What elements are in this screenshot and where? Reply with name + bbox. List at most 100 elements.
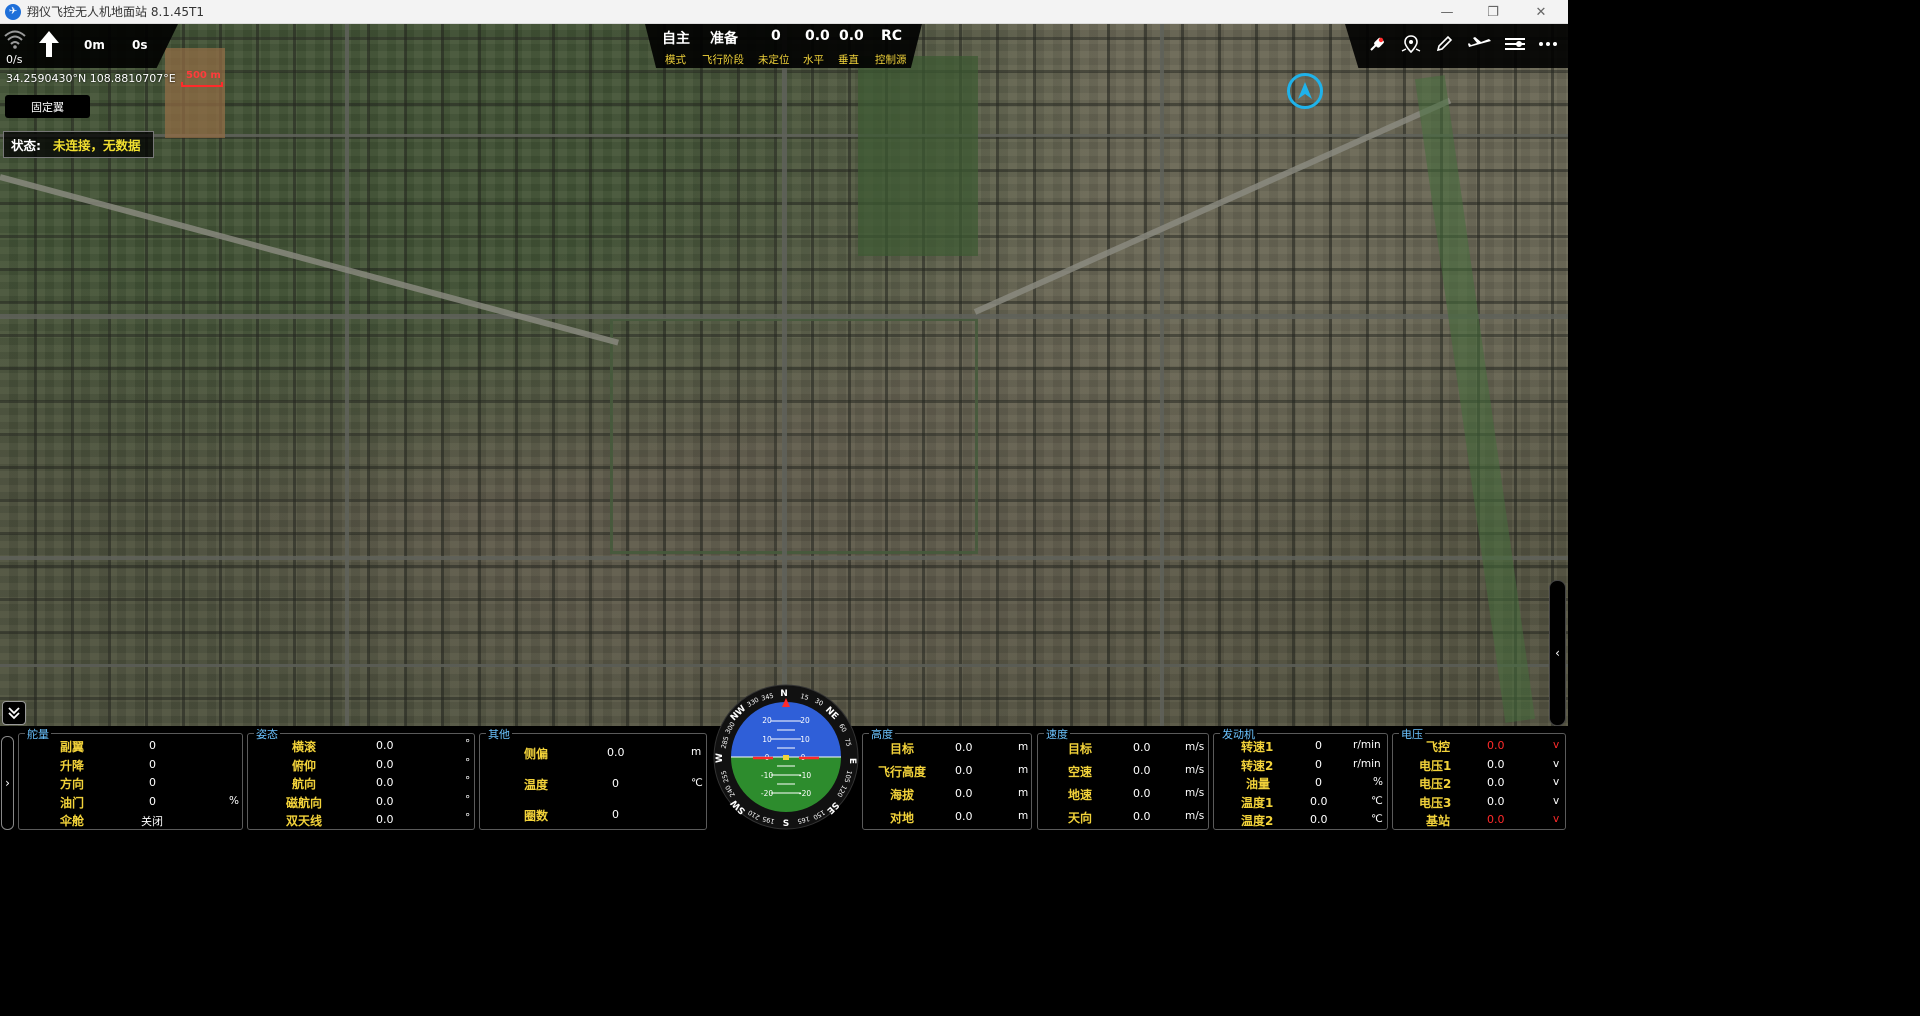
voltage3-unit: v — [1553, 795, 1560, 807]
laps-value: 0 — [612, 808, 619, 821]
app-logo-icon: ✈ — [5, 3, 21, 20]
throttle-value: 0 — [149, 795, 156, 808]
river-greenbelt — [1414, 75, 1536, 723]
fuel-unit: % — [1373, 776, 1383, 788]
mag-heading-unit: ° — [465, 794, 471, 806]
pitch-scale-label: 10 — [762, 735, 772, 744]
cross-track-value: 0.0 — [607, 746, 625, 759]
speed-panel: 速度 — [1037, 726, 1209, 830]
rudder-value: 0 — [149, 776, 156, 789]
vertical-speed-unit: m/s — [1185, 810, 1205, 822]
compass-west-label: W — [715, 753, 725, 763]
laps-label: 圈数 — [524, 809, 549, 823]
satellite-map[interactable] — [0, 24, 1568, 730]
target-speed-value: 0.0 — [1133, 741, 1151, 754]
dual-antenna-label: 双天线 — [286, 814, 323, 828]
target-altitude-label: 目标 — [890, 742, 915, 756]
more-icon[interactable] — [1537, 33, 1559, 55]
pitch-scale-label: -10 — [799, 771, 811, 780]
map-road — [345, 24, 349, 730]
minimize-button[interactable]: — — [1424, 0, 1470, 24]
dual-antenna-value: 0.0 — [376, 813, 394, 826]
temperature-value: 0 — [612, 777, 619, 790]
roll-value: 0.0 — [376, 739, 394, 752]
vehicle-type-button[interactable]: 固定翼 — [5, 95, 90, 118]
throttle-label: 油门 — [60, 796, 85, 810]
chevron-left-icon: ‹ — [1555, 646, 1560, 660]
voltage3-value: 0.0 — [1487, 795, 1505, 808]
mode-label: 模式 — [665, 54, 686, 66]
pitch-scale-label: -20 — [799, 789, 811, 798]
elevator-value: 0 — [149, 758, 156, 771]
city-wall — [610, 318, 978, 554]
fuel-value: 0 — [1315, 776, 1322, 789]
parachute-value: 关闭 — [141, 815, 163, 828]
close-button[interactable]: ✕ — [1518, 0, 1564, 24]
temperature-label: 温度 — [524, 778, 549, 792]
mode-value: 自主 — [662, 31, 690, 47]
gps-label: 未定位 — [758, 54, 790, 66]
chevron-right-icon: › — [5, 776, 10, 790]
status-value: 未连接，无数据 — [53, 138, 141, 153]
cross-track-label: 侧偏 — [524, 747, 549, 761]
direction-arrow-icon — [39, 31, 59, 57]
window-title: 翔仪飞控无人机地面站 8.1.45T1 — [27, 5, 204, 19]
target-speed-unit: m/s — [1185, 741, 1205, 753]
pitch-label: 俯仰 — [292, 759, 317, 773]
phase-label: 飞行阶段 — [702, 54, 744, 66]
maximize-button[interactable]: ❐ — [1470, 0, 1516, 24]
cross-track-unit: m — [691, 746, 702, 758]
elevation-unit: m — [1018, 787, 1029, 799]
status-label: 状态: — [11, 138, 41, 153]
rpm1-value: 0 — [1315, 739, 1322, 752]
elevator-label: 升降 — [60, 759, 85, 773]
temp2-label: 温度2 — [1241, 814, 1274, 828]
pencil-icon[interactable] — [1433, 33, 1455, 55]
double-chevron-down-icon — [8, 707, 20, 720]
map-scale-bar — [181, 82, 223, 87]
title-bar: ✈ 翔仪飞控无人机地面站 8.1.45T1 — ❐ ✕ — [0, 0, 1568, 24]
airplane-icon[interactable] — [1466, 33, 1494, 55]
voltage1-unit: v — [1553, 758, 1560, 770]
base-station-voltage-unit: v — [1553, 813, 1560, 825]
temperature-unit: ℃ — [691, 777, 703, 789]
plug-icon[interactable] — [1366, 33, 1388, 55]
voltage2-value: 0.0 — [1487, 776, 1505, 789]
expand-side-panel-button[interactable]: › — [1, 736, 14, 830]
home-position-marker[interactable] — [1287, 73, 1323, 109]
map-marker-icon[interactable] — [1400, 33, 1422, 55]
phase-value: 准备 — [710, 31, 738, 47]
voltage3-label: 电压3 — [1419, 796, 1452, 810]
temp2-value: 0.0 — [1310, 813, 1328, 826]
horizontal-value: 0.0 — [805, 28, 830, 44]
collapse-dashboard-button[interactable] — [2, 701, 26, 725]
pitch-value: 0.0 — [376, 758, 394, 771]
airspeed-value: 0.0 — [1133, 764, 1151, 777]
agl-value: 0.0 — [955, 810, 973, 823]
park-area — [858, 56, 978, 256]
settings-sliders-icon[interactable] — [1502, 33, 1528, 55]
vertical-label: 垂直 — [838, 54, 859, 66]
mag-heading-value: 0.0 — [376, 795, 394, 808]
airspeed-unit: m/s — [1185, 764, 1205, 776]
rpm1-unit: r/min — [1353, 739, 1381, 751]
groundspeed-value: 0.0 — [1133, 787, 1151, 800]
rudder-label: 方向 — [60, 777, 85, 791]
temp1-label: 温度1 — [1241, 796, 1274, 810]
heading-label: 航向 — [292, 777, 317, 791]
map-road — [0, 134, 1568, 137]
speed-panel-title: 速度 — [1044, 726, 1070, 742]
base-station-voltage-value: 0.0 — [1487, 813, 1505, 826]
voltage1-value: 0.0 — [1487, 758, 1505, 771]
ground-station-window: ✈ 翔仪飞控无人机地面站 8.1.45T1 — ❐ ✕ 0/s 0m 0s 自主… — [0, 0, 1568, 830]
map-scale-label: 500 m — [186, 70, 221, 81]
signal-rate: 0/s — [6, 53, 23, 66]
other-panel: 其他 — [479, 726, 707, 830]
agl-label: 对地 — [890, 811, 915, 825]
flight-altitude-label: 飞行高度 — [878, 765, 927, 779]
fuel-label: 油量 — [1246, 777, 1271, 791]
target-speed-label: 目标 — [1068, 742, 1093, 756]
vertical-speed-label: 天向 — [1068, 811, 1093, 825]
rpm2-unit: r/min — [1353, 758, 1381, 770]
right-panel-toggle-button[interactable]: ‹ — [1549, 580, 1566, 726]
